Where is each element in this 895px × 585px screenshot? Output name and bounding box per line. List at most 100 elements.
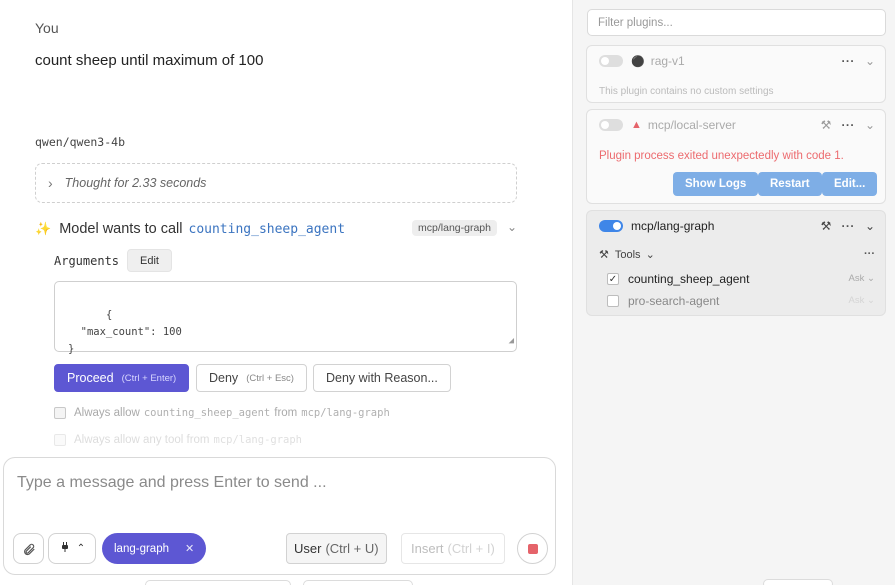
proceed-button[interactable]: Proceed (Ctrl + Enter) <box>54 364 190 392</box>
tool-call-header[interactable]: ✨ Model wants to call counting_sheep_age… <box>35 218 519 240</box>
plug-icon <box>59 541 71 556</box>
deny-label: Deny <box>209 371 239 385</box>
deny-button[interactable]: Deny (Ctrl + Esc) <box>196 364 307 392</box>
stop-button[interactable] <box>517 533 548 564</box>
proceed-shortcut: (Ctrl + Enter) <box>121 372 177 384</box>
wrench-icon[interactable]: ⚒ <box>821 219 832 233</box>
insert-shortcut: (Ctrl + I) <box>447 541 495 556</box>
deny-with-reason-button[interactable]: Deny with Reason... <box>313 364 451 392</box>
tool-mode-select[interactable]: Ask ⌄ <box>849 273 875 284</box>
plugin-card-lang-graph: mcp/lang-graph ⚒ ··· ⌄ ⚒ Tools ⌄ ··· ✓ c… <box>586 210 886 316</box>
arguments-json: { "max_count": 100 } <box>68 309 182 355</box>
wrench-icon: ⚒ <box>599 249 609 261</box>
more-icon[interactable]: ··· <box>841 54 855 68</box>
tool-mode-select[interactable]: Ask ⌄ <box>849 295 875 306</box>
plugins-panel: Filter plugins... ⚫ rag-v1 ··· ⌄ This pl… <box>572 0 895 585</box>
user-role-label: User <box>294 541 322 556</box>
always-allow-any-source: mcp/lang-graph <box>213 434 303 446</box>
thought-block[interactable]: › Thought for 2.33 seconds <box>35 163 517 203</box>
tool-call-function: counting_sheep_agent <box>188 221 346 237</box>
thought-label: Thought for 2.33 seconds <box>64 176 207 190</box>
tool-name: pro-search-agent <box>628 294 720 308</box>
restart-button[interactable]: Restart <box>758 172 822 196</box>
always-allow-source: mcp/lang-graph <box>301 407 390 419</box>
edit-plugin-button[interactable]: Edit... <box>822 172 878 196</box>
always-allow-fn: counting_sheep_agent <box>143 407 271 419</box>
more-icon[interactable]: ··· <box>841 118 855 132</box>
model-name: qwen/qwen3-4b <box>35 135 126 149</box>
chevron-down-icon[interactable]: ⌄ <box>865 54 875 68</box>
tool-mode: Ask <box>848 273 865 284</box>
plugin-toggle[interactable] <box>599 55 623 67</box>
bottom-stub-left <box>145 580 291 585</box>
edit-arguments-button[interactable]: Edit <box>127 249 172 272</box>
user-role-shortcut: (Ctrl + U) <box>325 541 379 556</box>
wrench-icon: ✨ <box>35 221 52 236</box>
arguments-label: Arguments <box>54 254 120 268</box>
message-input[interactable]: Type a message and press Enter to send .… <box>17 474 327 492</box>
plugin-name: mcp/local-server <box>647 118 736 132</box>
user-role-button[interactable]: User (Ctrl + U) <box>286 533 387 564</box>
tool-checkbox[interactable] <box>607 295 619 307</box>
plugin-toggle[interactable] <box>599 220 623 232</box>
resize-handle-icon[interactable]: ◢ <box>509 333 514 350</box>
always-allow-any-checkbox[interactable] <box>54 434 66 446</box>
panel-bottom-stub <box>763 579 833 585</box>
tool-mode: Ask <box>848 295 865 306</box>
plugin-note: This plugin contains no custom settings <box>599 86 774 97</box>
message-sender: You <box>35 20 59 36</box>
chevron-down-icon[interactable]: ⌄ <box>507 220 517 234</box>
plugin-card-local-server: ▲ mcp/local-server ⚒ ··· ⌄ Plugin proces… <box>586 109 886 204</box>
tool-checkbox[interactable]: ✓ <box>607 273 619 285</box>
chat-area: You count sheep until maximum of 100 qwe… <box>0 0 572 585</box>
close-icon[interactable]: ✕ <box>185 542 194 555</box>
bottom-stub-right <box>303 580 413 585</box>
plugin-header: mcp/lang-graph ⚒ ··· ⌄ <box>587 211 885 241</box>
tools-section-toggle[interactable]: ⚒ Tools ⌄ <box>599 248 655 262</box>
show-logs-button[interactable]: Show Logs <box>673 172 759 196</box>
plugin-name: mcp/lang-graph <box>631 219 715 233</box>
plugin-header: ▲ mcp/local-server ⚒ ··· ⌄ <box>587 110 885 140</box>
plugin-header: ⚫ rag-v1 ··· ⌄ <box>587 46 885 76</box>
filter-plugins-input[interactable]: Filter plugins... <box>587 9 886 36</box>
tool-call-prefix: Model wants to call <box>59 221 183 237</box>
chevron-down-icon: ⌄ <box>645 249 655 261</box>
plugin-actions: ⚒ ··· ⌄ <box>811 219 875 233</box>
tool-item[interactable]: pro-search-agent <box>607 294 719 308</box>
more-icon[interactable]: ··· <box>841 219 855 233</box>
plugin-chip-label: lang-graph <box>114 542 169 555</box>
proceed-label: Proceed <box>67 371 114 385</box>
app-root: You count sheep until maximum of 100 qwe… <box>0 0 895 585</box>
plugin-toggle[interactable] <box>599 119 623 131</box>
more-icon[interactable]: ··· <box>864 248 875 260</box>
robot-icon: ⚫ <box>631 55 645 68</box>
chevron-down-icon[interactable]: ⌄ <box>865 219 875 233</box>
plugin-selector-button[interactable]: ⌃ <box>48 533 96 564</box>
insert-button[interactable]: Insert (Ctrl + I) <box>401 533 505 564</box>
user-message: count sheep until maximum of 100 <box>35 52 264 69</box>
tool-source-badge: mcp/lang-graph <box>412 220 497 236</box>
plugin-actions: ··· ⌄ <box>831 54 875 68</box>
always-allow-text: Always allow <box>74 407 140 419</box>
always-allow-from: from <box>274 407 298 419</box>
plugin-card-rag-v1: ⚫ rag-v1 ··· ⌄ This plugin contains no c… <box>586 45 886 103</box>
warning-icon: ▲ <box>631 119 642 131</box>
insert-label: Insert <box>411 541 444 556</box>
arguments-textarea[interactable]: { "max_count": 100 } ◢ <box>54 281 517 355</box>
always-allow-any-text: Always allow any tool from <box>74 434 210 446</box>
attach-icon[interactable] <box>13 533 44 564</box>
chevron-up-icon: ⌃ <box>76 543 86 554</box>
plugin-chip[interactable]: lang-graph ✕ <box>102 533 207 564</box>
tool-name: counting_sheep_agent <box>628 272 750 286</box>
stop-icon <box>527 543 538 554</box>
message-composer: Type a message and press Enter to send .… <box>3 457 556 575</box>
tool-item[interactable]: ✓ counting_sheep_agent <box>607 272 749 286</box>
plugin-actions: ⚒ ··· ⌄ <box>811 118 875 132</box>
plugin-error: Plugin process exited unexpectedly with … <box>599 150 844 162</box>
chevron-right-icon: › <box>48 175 53 191</box>
always-allow-any-option[interactable]: Always allow any tool from mcp/lang-grap… <box>54 434 306 446</box>
always-allow-tool-checkbox[interactable] <box>54 407 66 419</box>
chevron-down-icon[interactable]: ⌄ <box>865 118 875 132</box>
wrench-icon[interactable]: ⚒ <box>821 118 832 132</box>
always-allow-tool-option[interactable]: Always allow counting_sheep_agent from m… <box>54 407 394 419</box>
